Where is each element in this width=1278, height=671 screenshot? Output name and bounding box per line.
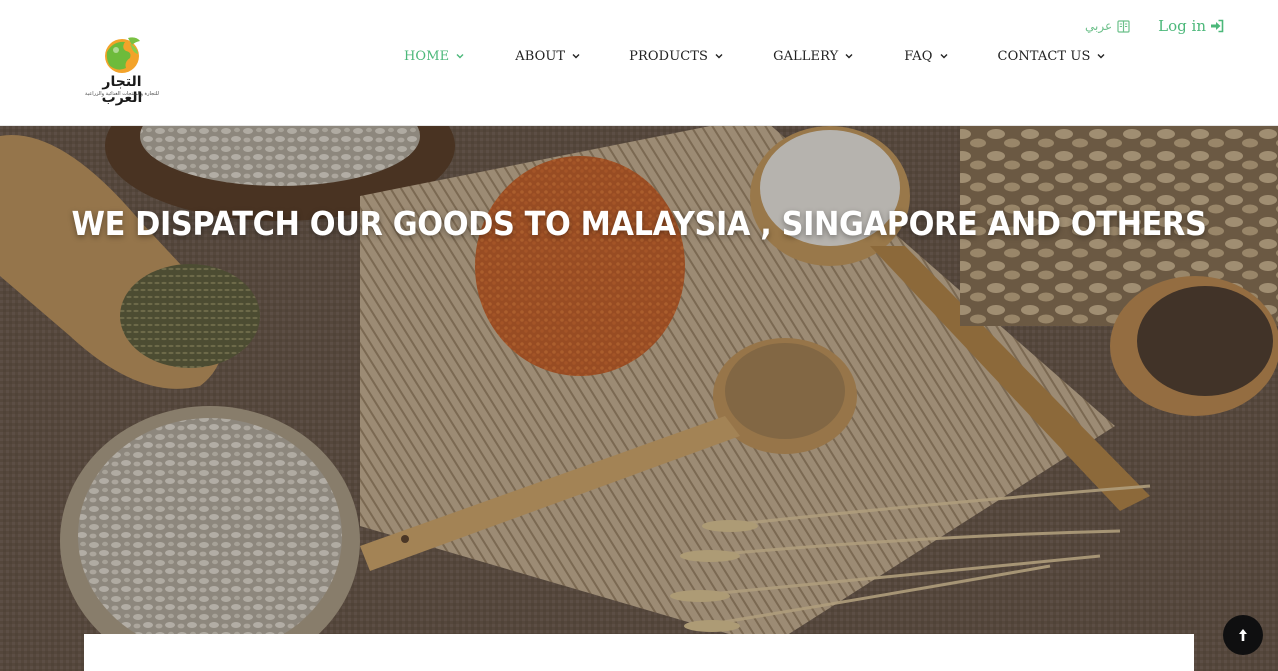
nav-item-about[interactable]: ABOUT [515, 49, 581, 64]
hero-title: WE DISPATCH OUR GOODS TO MALAYSIA , SING… [71, 204, 1207, 243]
hero-banner: WE DISPATCH OUR GOODS TO MALAYSIA , SING… [0, 126, 1278, 671]
nav-item-contact-us[interactable]: CONTACT US [998, 49, 1107, 64]
logo-arabic-name: التجار العرب [101, 74, 143, 106]
logo-tagline: للتجارة والمنتجات الغذائية والزراعية [85, 91, 159, 97]
chevron-down-icon [1097, 54, 1105, 59]
nav-label: CONTACT US [997, 48, 1091, 64]
language-switch[interactable]: عربي [1085, 19, 1130, 33]
arrow-up-icon [1239, 629, 1247, 641]
brand-logo[interactable]: التجار العرب للتجارة والمنتجات الغذائية … [80, 36, 164, 106]
chevron-down-icon [572, 54, 580, 59]
chevron-down-icon [940, 54, 948, 59]
language-book-icon [1117, 19, 1130, 33]
nav-item-gallery[interactable]: GALLERY [773, 49, 854, 64]
login-link[interactable]: Log in [1158, 17, 1224, 35]
login-label: Log in [1158, 17, 1206, 35]
globe-logo-icon [105, 37, 140, 73]
sign-in-icon [1211, 19, 1224, 33]
nav-label: ABOUT [515, 48, 566, 64]
chevron-down-icon [715, 54, 723, 59]
nav-label: GALLERY [773, 48, 839, 64]
nav-item-products[interactable]: PRODUCTS [629, 49, 724, 64]
top-utility-bar: عربي Log in [1085, 16, 1224, 36]
nav-label: PRODUCTS [629, 48, 709, 64]
content-card [84, 634, 1194, 671]
chevron-down-icon [845, 54, 853, 59]
nav-item-home[interactable]: HOME [404, 49, 465, 64]
nav-item-faq[interactable]: FAQ [904, 49, 948, 64]
language-label: عربي [1085, 19, 1113, 33]
nav-label: HOME [404, 48, 450, 64]
scroll-to-top-button[interactable] [1223, 615, 1263, 655]
nav-label: FAQ [904, 48, 933, 64]
main-nav: HOME ABOUT PRODUCTS GALLERY FAQ CONTACT … [404, 46, 1144, 66]
chevron-down-icon [456, 54, 464, 59]
site-header: التجار العرب للتجارة والمنتجات الغذائية … [0, 0, 1278, 126]
